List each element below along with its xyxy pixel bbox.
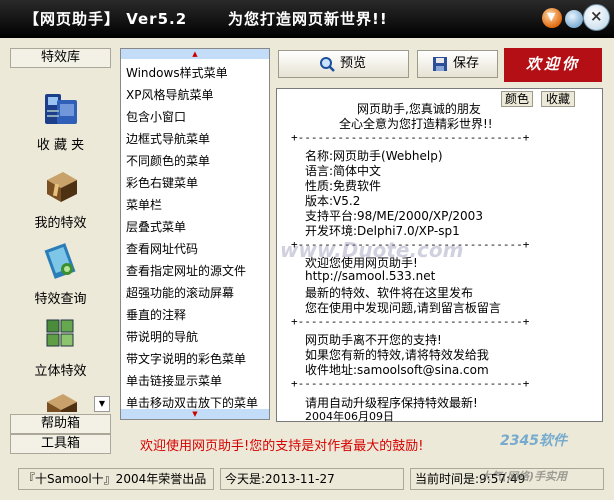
list-item[interactable]: 超强功能的滚动屏幕 (126, 284, 234, 301)
sidebar-item-label: 收 藏 夹 (36, 138, 85, 153)
save-label: 保存 (453, 56, 480, 71)
sidebar-header-tools[interactable]: 工具箱 (10, 434, 111, 454)
content-email: 收件地址:samoolsoft@sina.com (305, 363, 489, 377)
list-item[interactable]: 彩色右键菜单 (126, 174, 198, 191)
sidebar-item-favorites[interactable]: 收 藏 夹 (10, 88, 111, 153)
list-item[interactable]: 单击链接显示菜单 (126, 372, 222, 389)
content-line: 开发环境:Delphi7.0/XP-sp1 (305, 224, 460, 238)
welcome-logo: 欢迎你 (504, 48, 602, 82)
arrow-down-icon: ▼ (192, 410, 198, 418)
folder-phone-icon (44, 94, 77, 124)
minimize-button[interactable]: ▼ (542, 8, 562, 28)
magnifier-icon (320, 56, 335, 72)
sidebar-item-label: 我的特效 (34, 216, 87, 231)
list-item[interactable]: 查看指定网址的源文件 (126, 262, 246, 279)
content-line: 全心全意为您打造精彩世界!! (339, 117, 493, 131)
content-line: 您在使用中发现问题,请到留言板留言 (305, 301, 501, 315)
sidebar-item-3d-effects[interactable]: 立体特效 (10, 314, 111, 379)
status-copyright: 『十Samool十』2004年荣誉出品 (18, 468, 214, 490)
app-title: 【网页助手】 Ver5.2 (24, 10, 188, 28)
list-item[interactable]: 带文字说明的彩色菜单 (126, 350, 246, 367)
list-item[interactable]: 查看网址代码 (126, 240, 198, 257)
content-divider: +----------------------------------+ (291, 131, 530, 144)
close-button[interactable]: × (583, 4, 610, 31)
list-scroll-up-button[interactable]: ▲ (121, 49, 269, 59)
sidebar-item-label: 立体特效 (34, 364, 87, 379)
package-icon (46, 172, 77, 202)
content-link[interactable]: http://samool.533.net (305, 269, 435, 283)
cubes-icon (46, 319, 73, 347)
list-item[interactable]: 带说明的导航 (126, 328, 198, 345)
arrow-up-icon: ▲ (192, 50, 198, 58)
list-item[interactable]: 垂直的注释 (126, 306, 186, 323)
list-item[interactable]: 不同颜色的菜单 (126, 152, 210, 169)
arrow-down-icon: ▼ (98, 399, 106, 408)
content-date: 2004年06月09日 (305, 410, 394, 423)
list-item[interactable]: 包含小窗口 (126, 108, 186, 125)
list-scroll-down-button[interactable]: ▼ (121, 409, 269, 419)
list-item[interactable]: Windows样式菜单 (126, 64, 228, 81)
package-icon (46, 394, 77, 412)
sidebar-scroll-down-button[interactable]: ▼ (94, 396, 110, 412)
floppy-disk-icon (433, 56, 447, 71)
watermark: www.Duote.com (280, 238, 464, 262)
main-frame: 特效库 收 藏 夹 我的特效 特效查询 立体特效 ▼ 帮助箱 工具箱 ▲ Win… (0, 38, 614, 500)
save-button[interactable]: 保存 (417, 50, 498, 78)
sidebar-header-effects[interactable]: 特效库 (10, 48, 111, 68)
sidebar: 特效库 收 藏 夹 我的特效 特效查询 立体特效 ▼ 帮助箱 工具箱 (10, 48, 111, 462)
help-orb-button[interactable] (565, 10, 583, 28)
sidebar-header-help[interactable]: 帮助箱 (10, 414, 111, 434)
sidebar-item-effect-search[interactable]: 特效查询 (10, 242, 111, 307)
app-slogan: 为您打造网页新世界!! (228, 10, 388, 28)
content-divider: +----------------------------------+ (291, 377, 530, 390)
effect-list[interactable]: ▲ Windows样式菜单 XP风格导航菜单 包含小窗口 边框式导航菜单 不同颜… (120, 48, 270, 420)
close-icon: × (590, 7, 603, 25)
minimize-icon: ▼ (547, 10, 556, 23)
list-item[interactable]: 层叠式菜单 (126, 218, 186, 235)
list-item[interactable]: 边框式导航菜单 (126, 130, 210, 147)
content-divider: +----------------------------------+ (291, 315, 530, 328)
watermark: 2345软件 (500, 433, 567, 449)
title-bar[interactable]: 【网页助手】 Ver5.2 为您打造网页新世界!! ▼ × (0, 0, 614, 38)
preview-label: 预览 (340, 56, 367, 71)
sidebar-item-my-effects[interactable]: 我的特效 (10, 166, 111, 231)
welcome-message: 欢迎使用网页助手!您的支持是对作者最大的鼓励! (140, 439, 424, 454)
book-search-icon (44, 243, 75, 279)
sidebar-item-label: 特效查询 (34, 292, 87, 307)
list-item[interactable]: XP风格导航菜单 (126, 86, 213, 103)
favorite-button[interactable]: 收藏 (541, 91, 575, 107)
preview-button[interactable]: 预览 (278, 50, 409, 78)
status-date: 今天是:2013-11-27 (220, 468, 404, 490)
color-button[interactable]: 颜色 (501, 91, 533, 107)
watermark: 大气(网络)手实用 (480, 470, 568, 483)
list-item[interactable]: 菜单栏 (126, 196, 162, 213)
